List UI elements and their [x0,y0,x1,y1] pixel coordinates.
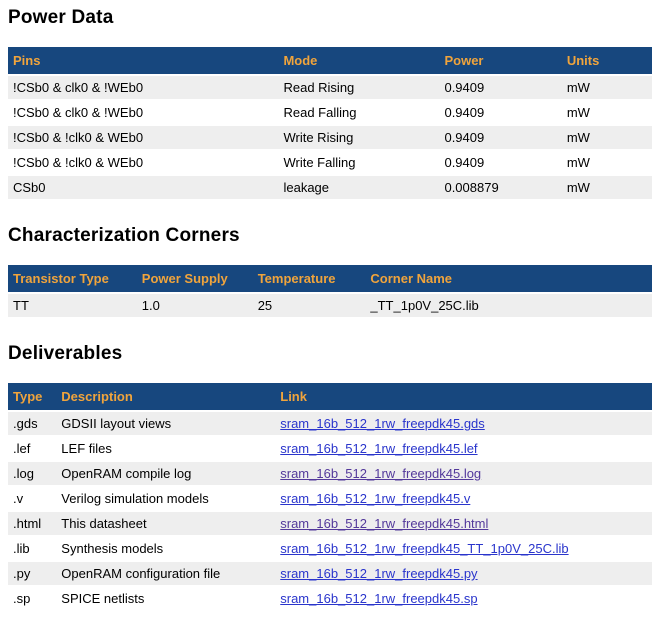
link-cell: sram_16b_512_1rw_freepdk45.sp [275,587,652,610]
cell: 0.9409 [439,151,561,174]
cell: .v [8,487,56,510]
link-cell: sram_16b_512_1rw_freepdk45_TT_1p0V_25C.l… [275,537,652,560]
link-cell: sram_16b_512_1rw_freepdk45.lef [275,437,652,460]
column-header-description: Description [56,383,275,410]
characterization-corners-table: Transistor TypePower SupplyTemperatureCo… [8,263,652,319]
table-row: .logOpenRAM compile log sram_16b_512_1rw_… [8,462,652,485]
cell: Write Falling [278,151,439,174]
cell: OpenRAM compile log [56,462,275,485]
cell: .log [8,462,56,485]
file-link[interactable]: sram_16b_512_1rw_freepdk45.gds [280,416,485,431]
power-data-table: PinsModePowerUnits!CSb0 & clk0 & !WEb0Re… [8,45,652,201]
table-row: CSb0leakage0.008879mW [8,176,652,199]
cell: .gds [8,412,56,435]
cell: Verilog simulation models [56,487,275,510]
table-row: .libSynthesis models sram_16b_512_1rw_fre… [8,537,652,560]
table-row: TT1.025_TT_1p0V_25C.lib [8,294,652,317]
table-row: .gdsGDSII layout views sram_16b_512_1rw_f… [8,412,652,435]
table-row: !CSb0 & !clk0 & WEb0Write Falling0.9409m… [8,151,652,174]
cell: CSb0 [8,176,278,199]
deliverables-table: TypeDescriptionLink.gdsGDSII layout view… [8,381,652,612]
datasheet-page: Power Data PinsModePowerUnits!CSb0 & clk… [0,7,660,638]
cell: SPICE netlists [56,587,275,610]
cell: Write Rising [278,126,439,149]
cell: LEF files [56,437,275,460]
cell: 0.9409 [439,126,561,149]
file-link[interactable]: sram_16b_512_1rw_freepdk45.html [280,516,488,531]
section-power-data: Power Data PinsModePowerUnits!CSb0 & clk… [8,7,652,201]
file-link[interactable]: sram_16b_512_1rw_freepdk45.log [280,466,481,481]
cell: !CSb0 & !clk0 & WEb0 [8,151,278,174]
cell: mW [562,126,652,149]
column-header-power: Power [439,47,561,74]
cell: mW [562,151,652,174]
characterization-corners-heading: Characterization Corners [8,225,652,247]
table-row: .spSPICE netlists sram_16b_512_1rw_freepd… [8,587,652,610]
cell: mW [562,176,652,199]
link-cell: sram_16b_512_1rw_freepdk45.gds [275,412,652,435]
column-header-pins: Pins [8,47,278,74]
link-cell: sram_16b_512_1rw_freepdk45.py [275,562,652,585]
cell: 1.0 [137,294,253,317]
table-row: .htmlThis datasheet sram_16b_512_1rw_free… [8,512,652,535]
cell: .lib [8,537,56,560]
power-data-heading: Power Data [8,7,652,29]
cell: GDSII layout views [56,412,275,435]
table-row: !CSb0 & !clk0 & WEb0Write Rising0.9409mW [8,126,652,149]
cell: Read Falling [278,101,439,124]
cell: OpenRAM configuration file [56,562,275,585]
deliverables-heading: Deliverables [8,343,652,365]
cell: .sp [8,587,56,610]
column-header-units: Units [562,47,652,74]
header-row: TypeDescriptionLink [8,383,652,410]
cell: !CSb0 & clk0 & !WEb0 [8,76,278,99]
file-link[interactable]: sram_16b_512_1rw_freepdk45.lef [280,441,477,456]
cell: !CSb0 & clk0 & !WEb0 [8,101,278,124]
cell: 25 [253,294,366,317]
table-row: .lefLEF files sram_16b_512_1rw_freepdk45.… [8,437,652,460]
column-header-temperature: Temperature [253,265,366,292]
header-row: PinsModePowerUnits [8,47,652,74]
link-cell: sram_16b_512_1rw_freepdk45.v [275,487,652,510]
cell: mW [562,101,652,124]
cell: 0.9409 [439,76,561,99]
section-characterization-corners: Characterization Corners Transistor Type… [8,225,652,319]
cell: !CSb0 & !clk0 & WEb0 [8,126,278,149]
file-link[interactable]: sram_16b_512_1rw_freepdk45.sp [280,591,477,606]
column-header-transistor-type: Transistor Type [8,265,137,292]
header-row: Transistor TypePower SupplyTemperatureCo… [8,265,652,292]
cell: TT [8,294,137,317]
cell: _TT_1p0V_25C.lib [365,294,652,317]
file-link[interactable]: sram_16b_512_1rw_freepdk45.py [280,566,477,581]
cell: .lef [8,437,56,460]
cell: 0.9409 [439,101,561,124]
file-link[interactable]: sram_16b_512_1rw_freepdk45.v [280,491,470,506]
table-row: !CSb0 & clk0 & !WEb0Read Rising0.9409mW [8,76,652,99]
cell: Read Rising [278,76,439,99]
link-cell: sram_16b_512_1rw_freepdk45.log [275,462,652,485]
column-header-type: Type [8,383,56,410]
column-header-power-supply: Power Supply [137,265,253,292]
cell: 0.008879 [439,176,561,199]
column-header-corner-name: Corner Name [365,265,652,292]
column-header-link: Link [275,383,652,410]
cell: leakage [278,176,439,199]
cell: mW [562,76,652,99]
table-row: !CSb0 & clk0 & !WEb0Read Falling0.9409mW [8,101,652,124]
table-row: .vVerilog simulation models sram_16b_512_… [8,487,652,510]
cell: This datasheet [56,512,275,535]
cell: .py [8,562,56,585]
cell: Synthesis models [56,537,275,560]
file-link[interactable]: sram_16b_512_1rw_freepdk45_TT_1p0V_25C.l… [280,541,568,556]
section-deliverables: Deliverables TypeDescriptionLink.gdsGDSI… [8,343,652,612]
column-header-mode: Mode [278,47,439,74]
table-row: .pyOpenRAM configuration file sram_16b_51… [8,562,652,585]
cell: .html [8,512,56,535]
link-cell: sram_16b_512_1rw_freepdk45.html [275,512,652,535]
